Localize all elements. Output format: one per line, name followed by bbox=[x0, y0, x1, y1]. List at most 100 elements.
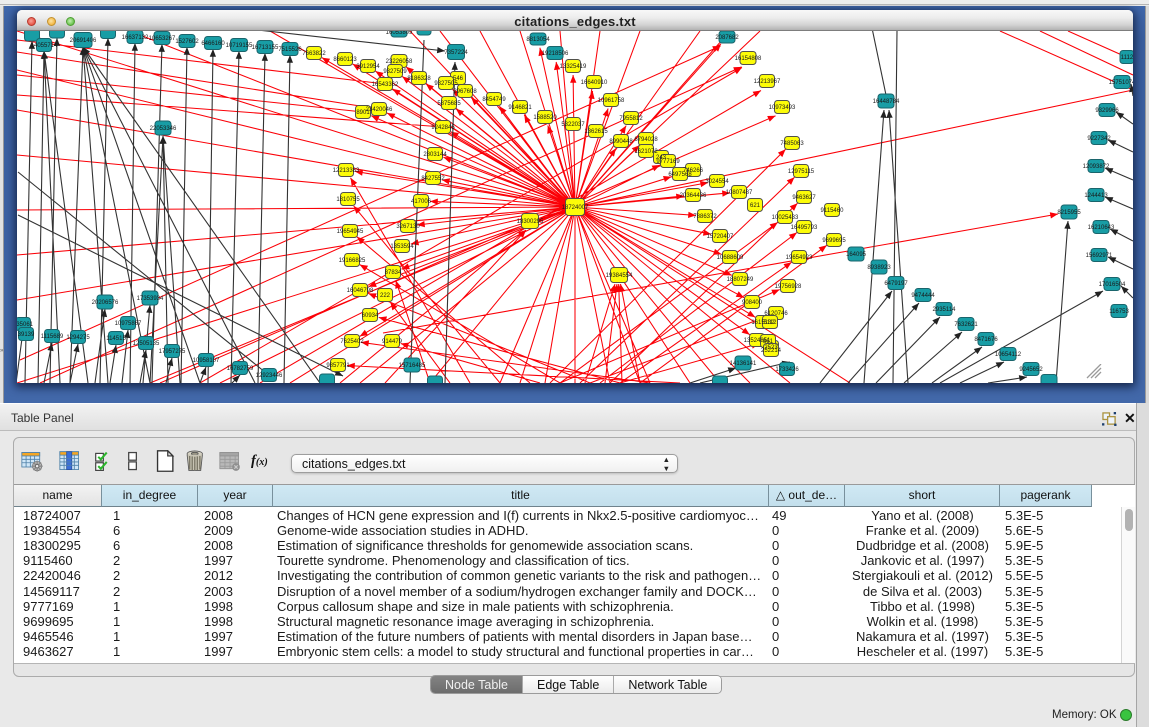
svg-text:8813054: 8813054 bbox=[526, 37, 550, 43]
svg-text:8454749: 8454749 bbox=[482, 97, 506, 103]
svg-text:9242845: 9242845 bbox=[431, 125, 455, 131]
svg-text:1733426: 1733426 bbox=[775, 367, 799, 373]
svg-text:9857791: 9857791 bbox=[326, 363, 350, 369]
svg-text:164095: 164095 bbox=[846, 252, 867, 258]
svg-text:20206576: 20206576 bbox=[92, 300, 119, 306]
svg-text:8660123: 8660123 bbox=[333, 57, 357, 63]
svg-text:8990448: 8990448 bbox=[609, 139, 633, 145]
svg-text:621: 621 bbox=[750, 203, 761, 209]
svg-text:1294275: 1294275 bbox=[66, 335, 90, 341]
svg-text:8901: 8901 bbox=[356, 110, 370, 116]
svg-text:7632621: 7632621 bbox=[954, 322, 978, 328]
svg-text:60934: 60934 bbox=[362, 313, 379, 319]
svg-text:7485063: 7485063 bbox=[780, 141, 804, 147]
svg-text:9146821: 9146821 bbox=[508, 105, 532, 111]
svg-text:1112: 1112 bbox=[1121, 55, 1133, 61]
svg-text:19384554: 19384554 bbox=[606, 273, 633, 279]
svg-text:7663822: 7663822 bbox=[302, 51, 326, 57]
svg-text:19654923: 19654923 bbox=[786, 255, 813, 261]
svg-text:2935114: 2935114 bbox=[933, 307, 957, 313]
svg-text:3267130: 3267130 bbox=[396, 224, 420, 230]
svg-text:1810755: 1810755 bbox=[336, 197, 360, 203]
svg-text:16637132: 16637132 bbox=[122, 35, 149, 41]
svg-text:18807249: 18807249 bbox=[727, 277, 754, 283]
svg-text:15692971: 15692971 bbox=[1086, 253, 1113, 259]
svg-text:12975115: 12975115 bbox=[788, 169, 815, 175]
svg-text:3024554: 3024554 bbox=[705, 179, 729, 185]
svg-text:908400: 908400 bbox=[742, 300, 763, 306]
svg-text:2967608: 2967608 bbox=[453, 89, 477, 95]
svg-text:7625402: 7625402 bbox=[340, 339, 364, 345]
svg-text:10958107: 10958107 bbox=[193, 358, 220, 364]
svg-text:5875685: 5875685 bbox=[437, 101, 461, 107]
svg-text:20364436: 20364436 bbox=[680, 193, 707, 199]
svg-text:3912954: 3912954 bbox=[356, 64, 380, 70]
svg-text:16640910: 16640910 bbox=[581, 80, 608, 86]
svg-text:19166825: 19166825 bbox=[339, 258, 366, 264]
svg-text:22053346: 22053346 bbox=[150, 126, 177, 132]
svg-text:6497568: 6497568 bbox=[668, 172, 692, 178]
svg-text:9115460: 9115460 bbox=[821, 208, 845, 214]
svg-text:9327505: 9327505 bbox=[434, 81, 458, 87]
svg-text:23420046: 23420046 bbox=[366, 107, 393, 113]
svg-text:1621072: 1621072 bbox=[634, 149, 658, 155]
svg-text:8186328: 8186328 bbox=[407, 76, 431, 82]
svg-text:1244413: 1244413 bbox=[1084, 193, 1108, 199]
svg-text:9699695: 9699695 bbox=[822, 238, 846, 244]
svg-text:12505135: 12505135 bbox=[133, 341, 160, 347]
svg-text:9777169: 9777169 bbox=[656, 159, 680, 165]
svg-text:16495793: 16495793 bbox=[791, 225, 818, 231]
svg-text:16210643: 16210643 bbox=[1088, 225, 1115, 231]
svg-text:16053809: 16053809 bbox=[386, 31, 413, 36]
svg-text:87834: 87834 bbox=[385, 270, 402, 276]
svg-text:10973493: 10973493 bbox=[769, 105, 796, 111]
svg-text:6466160: 6466160 bbox=[201, 41, 225, 47]
svg-text:18724007: 18724007 bbox=[562, 205, 589, 211]
svg-text:9327509: 9327509 bbox=[383, 69, 407, 75]
svg-text:10688609: 10688609 bbox=[717, 255, 744, 261]
svg-text:7955812: 7955812 bbox=[619, 116, 643, 122]
svg-text:914479: 914479 bbox=[382, 339, 403, 345]
svg-text:16713155: 16713155 bbox=[252, 45, 279, 51]
svg-text:1115689: 1115689 bbox=[41, 334, 64, 340]
svg-text:16782759: 16782759 bbox=[227, 366, 254, 372]
svg-text:1362615: 1362615 bbox=[584, 129, 608, 135]
svg-text:417006: 417006 bbox=[411, 199, 432, 205]
svg-text:8427552: 8427552 bbox=[421, 176, 445, 182]
svg-text:10807487: 10807487 bbox=[726, 190, 753, 196]
svg-text:9329966: 9329966 bbox=[1095, 108, 1119, 114]
svg-text:116753: 116753 bbox=[1109, 309, 1129, 315]
svg-text:8215955: 8215955 bbox=[1057, 210, 1081, 216]
svg-text:2803144: 2803144 bbox=[423, 152, 447, 158]
svg-text:10961758: 10961758 bbox=[598, 98, 625, 104]
svg-text:6479197: 6479197 bbox=[884, 281, 908, 287]
svg-text:16046798: 16046798 bbox=[347, 288, 374, 294]
svg-text:15720407: 15720407 bbox=[707, 234, 734, 240]
svg-text:10975867: 10975867 bbox=[115, 321, 142, 327]
svg-text:835061: 835061 bbox=[17, 322, 34, 328]
svg-text:16543362: 16543362 bbox=[372, 82, 399, 88]
svg-text:10654112: 10654112 bbox=[995, 352, 1022, 358]
svg-text:9227342: 9227342 bbox=[1087, 136, 1111, 142]
svg-text:5112: 5112 bbox=[764, 320, 778, 326]
svg-text:1588520: 1588520 bbox=[533, 115, 557, 121]
svg-text:10719155: 10719155 bbox=[226, 43, 253, 49]
svg-text:2087682: 2087682 bbox=[715, 35, 739, 41]
svg-text:12923446: 12923446 bbox=[256, 373, 283, 379]
svg-text:8938923: 8938923 bbox=[867, 265, 891, 271]
svg-text:7515526: 7515526 bbox=[278, 47, 302, 53]
svg-text:5322037: 5322037 bbox=[561, 122, 585, 128]
svg-text:16154808: 16154808 bbox=[735, 56, 762, 62]
svg-text:12213383: 12213383 bbox=[333, 168, 360, 174]
svg-text:10025433: 10025433 bbox=[772, 215, 799, 221]
svg-text:15751074: 15751074 bbox=[1109, 80, 1133, 86]
svg-text:13325419: 13325419 bbox=[560, 64, 587, 70]
svg-text:19756928: 19756928 bbox=[775, 284, 802, 290]
svg-text:15716485: 15716485 bbox=[399, 363, 426, 369]
svg-text:861: 861 bbox=[763, 339, 774, 345]
svg-text:7886372: 7886372 bbox=[693, 214, 717, 220]
svg-text:17353934: 17353934 bbox=[137, 296, 164, 302]
svg-text:10653267: 10653267 bbox=[149, 36, 176, 42]
svg-text:9474444: 9474444 bbox=[911, 293, 935, 299]
svg-text:14055714: 14055714 bbox=[31, 43, 58, 49]
